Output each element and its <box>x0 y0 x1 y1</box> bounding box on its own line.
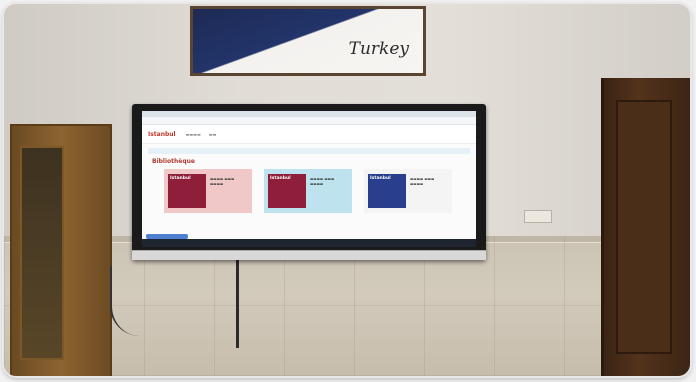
taskbar <box>142 239 476 247</box>
browser-address-bar <box>142 117 476 125</box>
poster-image: Turkey <box>193 9 423 73</box>
book-description: ▬▬▬▬ ▬▬▬ ▬▬▬▬ <box>210 177 235 186</box>
book-description: ▬▬▬▬ ▬▬▬ ▬▬▬▬ <box>410 177 435 186</box>
book-cover: Istanbul <box>268 174 306 208</box>
wooden-cabinet <box>10 124 112 376</box>
card-list: Istanbul ▬▬▬▬ ▬▬▬ ▬▬▬▬ Istanbul ▬▬▬▬ ▬▬▬… <box>164 169 476 213</box>
poster-brand-text: Turkey <box>348 39 409 59</box>
book-card: Istanbul ▬▬▬▬ ▬▬▬ ▬▬▬▬ <box>364 169 452 213</box>
tv-cable <box>236 260 239 348</box>
photo-frame: Turkey Istanbul ▬▬▬▬ ▬▬ Bibliothèque Ist… <box>4 4 690 376</box>
book-description: ▬▬▬▬ ▬▬▬ ▬▬▬▬ <box>310 177 335 186</box>
wall-outlet <box>524 210 552 223</box>
tv-screen: Istanbul ▬▬▬▬ ▬▬ Bibliothèque Istanbul ▬… <box>142 111 476 247</box>
book-cover: Istanbul <box>168 174 206 208</box>
wooden-door <box>601 78 690 376</box>
book-card: Istanbul ▬▬▬▬ ▬▬▬ ▬▬▬▬ <box>264 169 352 213</box>
site-header: Istanbul ▬▬▬▬ ▬▬ <box>142 125 476 144</box>
site-nav-item: ▬▬ <box>208 131 217 137</box>
book-cover-title: Istanbul <box>270 176 291 181</box>
framed-poster: Turkey <box>190 6 426 76</box>
tv-bottom-bezel <box>132 250 486 260</box>
book-cover: Istanbul <box>368 174 406 208</box>
book-card: Istanbul ▬▬▬▬ ▬▬▬ ▬▬▬▬ <box>164 169 252 213</box>
cabinet-glass-door <box>20 146 64 360</box>
section-title: Bibliothèque <box>152 158 196 165</box>
content-banner <box>148 148 470 154</box>
door-panel <box>616 100 672 354</box>
book-cover-title: Istanbul <box>370 176 391 181</box>
wall-mounted-tv: Istanbul ▬▬▬▬ ▬▬ Bibliothèque Istanbul ▬… <box>132 104 486 260</box>
site-nav-item: ▬▬▬▬ <box>185 131 201 137</box>
site-logo: Istanbul <box>148 130 176 138</box>
book-cover-title: Istanbul <box>170 176 191 181</box>
